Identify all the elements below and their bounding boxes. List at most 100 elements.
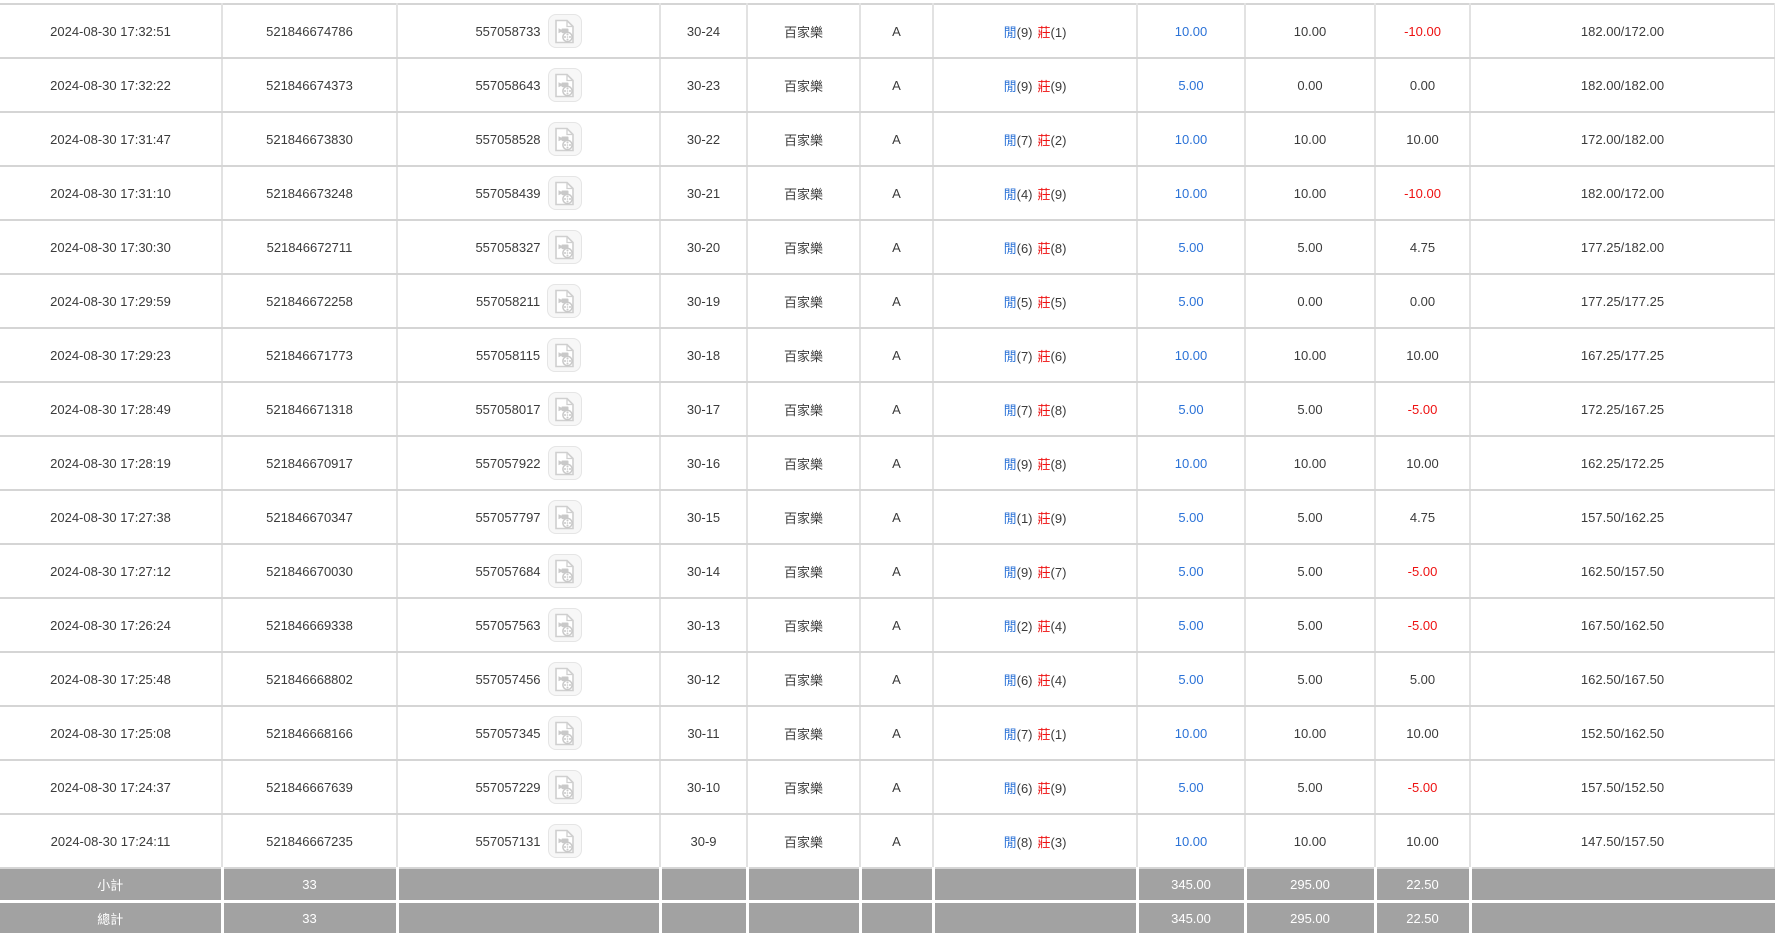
cell-balance: 147.50/157.50 bbox=[1470, 814, 1775, 868]
cell-game-result: 閒(7)莊(1) bbox=[933, 706, 1137, 760]
game-round-id-text: 557057456 bbox=[475, 672, 540, 687]
video-replay-icon[interactable] bbox=[548, 608, 582, 642]
video-replay-icon[interactable] bbox=[548, 446, 582, 480]
subtotal-row: 小計 33 345.00 295.00 22.50 bbox=[0, 868, 1775, 902]
video-replay-icon[interactable] bbox=[548, 500, 582, 534]
video-replay-icon[interactable] bbox=[548, 554, 582, 588]
cell-valid-bet: 10.00 bbox=[1245, 112, 1375, 166]
cell-bet-amount: 5.00 bbox=[1137, 760, 1245, 814]
player-result-label: 閒 bbox=[1004, 79, 1017, 94]
table-row: 2024-08-30 17:31:10 521846673248 5570584… bbox=[0, 166, 1775, 220]
table-row: 2024-08-30 17:25:08 521846668166 5570573… bbox=[0, 706, 1775, 760]
table-row: 2024-08-30 17:30:30 521846672711 5570583… bbox=[0, 220, 1775, 274]
cell-valid-bet: 10.00 bbox=[1245, 814, 1375, 868]
video-replay-icon[interactable] bbox=[548, 230, 582, 264]
cell-game-result: 閒(2)莊(4) bbox=[933, 598, 1137, 652]
player-result-label: 閒 bbox=[1004, 565, 1017, 580]
cell-valid-bet: 10.00 bbox=[1245, 166, 1375, 220]
cell-win-loss: 10.00 bbox=[1375, 112, 1470, 166]
cell-bet-amount: 10.00 bbox=[1137, 328, 1245, 382]
table-row: 2024-08-30 17:32:22 521846674373 5570586… bbox=[0, 58, 1775, 112]
cell-bet-time: 2024-08-30 17:25:08 bbox=[0, 706, 222, 760]
video-replay-icon[interactable] bbox=[547, 284, 581, 318]
cell-win-loss: 0.00 bbox=[1375, 58, 1470, 112]
video-replay-icon[interactable] bbox=[548, 122, 582, 156]
game-round-id-text: 557057797 bbox=[475, 510, 540, 525]
banker-result-label: 莊 bbox=[1038, 619, 1051, 634]
cell-game-round-id: 557058733 bbox=[397, 4, 660, 58]
banker-result-label: 莊 bbox=[1038, 781, 1051, 796]
player-result-score: (7) bbox=[1017, 403, 1033, 418]
cell-table-code: A bbox=[860, 544, 933, 598]
cell-win-loss: -10.00 bbox=[1375, 4, 1470, 58]
cell-table-code: A bbox=[860, 4, 933, 58]
cell-game-result: 閒(6)莊(9) bbox=[933, 760, 1137, 814]
cell-bet-amount: 5.00 bbox=[1137, 490, 1245, 544]
video-replay-icon[interactable] bbox=[548, 392, 582, 426]
video-replay-icon[interactable] bbox=[548, 176, 582, 210]
game-id-with-replay: 557058439 bbox=[398, 176, 659, 210]
table-row: 2024-08-30 17:31:47 521846673830 5570585… bbox=[0, 112, 1775, 166]
video-replay-icon[interactable] bbox=[547, 338, 581, 372]
cell-transaction-id: 521846668166 bbox=[222, 706, 397, 760]
cell-game-type: 百家樂 bbox=[747, 652, 860, 706]
total-count: 33 bbox=[222, 902, 397, 933]
cell-round-number: 30-11 bbox=[660, 706, 747, 760]
cell-transaction-id: 521846670030 bbox=[222, 544, 397, 598]
player-result-score: (6) bbox=[1017, 781, 1033, 796]
game-round-id-text: 557058327 bbox=[475, 240, 540, 255]
cell-win-loss: -5.00 bbox=[1375, 544, 1470, 598]
player-result-score: (9) bbox=[1017, 25, 1033, 40]
cell-bet-amount: 10.00 bbox=[1137, 706, 1245, 760]
game-round-id-text: 557058733 bbox=[475, 24, 540, 39]
cell-balance: 157.50/162.25 bbox=[1470, 490, 1775, 544]
cell-table-code: A bbox=[860, 220, 933, 274]
cell-table-code: A bbox=[860, 58, 933, 112]
player-result-label: 閒 bbox=[1004, 295, 1017, 310]
summary-empty-cell bbox=[1470, 868, 1775, 902]
video-replay-icon[interactable] bbox=[548, 824, 582, 858]
cell-game-result: 閒(9)莊(8) bbox=[933, 436, 1137, 490]
cell-table-code: A bbox=[860, 652, 933, 706]
banker-result-label: 莊 bbox=[1038, 295, 1051, 310]
cell-round-number: 30-14 bbox=[660, 544, 747, 598]
cell-game-type: 百家樂 bbox=[747, 58, 860, 112]
game-round-id-text: 557057563 bbox=[475, 618, 540, 633]
video-replay-icon[interactable] bbox=[548, 662, 582, 696]
cell-bet-time: 2024-08-30 17:24:37 bbox=[0, 760, 222, 814]
game-id-with-replay: 557058733 bbox=[398, 14, 659, 48]
bet-history-table: 2024-08-30 17:32:51 521846674786 5570587… bbox=[0, 3, 1775, 933]
cell-bet-time: 2024-08-30 17:28:19 bbox=[0, 436, 222, 490]
cell-bet-time: 2024-08-30 17:32:51 bbox=[0, 4, 222, 58]
player-result-score: (4) bbox=[1017, 187, 1033, 202]
cell-bet-amount: 10.00 bbox=[1137, 4, 1245, 58]
player-result-score: (6) bbox=[1017, 673, 1033, 688]
cell-table-code: A bbox=[860, 490, 933, 544]
summary-empty-cell bbox=[860, 868, 933, 902]
cell-balance: 182.00/172.00 bbox=[1470, 4, 1775, 58]
banker-result-score: (1) bbox=[1051, 25, 1067, 40]
cell-balance: 162.25/172.25 bbox=[1470, 436, 1775, 490]
cell-balance: 177.25/182.00 bbox=[1470, 220, 1775, 274]
cell-win-loss: -10.00 bbox=[1375, 166, 1470, 220]
summary-empty-cell bbox=[747, 902, 860, 933]
cell-game-round-id: 557058017 bbox=[397, 382, 660, 436]
banker-result-label: 莊 bbox=[1038, 835, 1051, 850]
game-round-id-text: 557058528 bbox=[475, 132, 540, 147]
table-row: 2024-08-30 17:27:12 521846670030 5570576… bbox=[0, 544, 1775, 598]
cell-game-result: 閒(8)莊(3) bbox=[933, 814, 1137, 868]
video-replay-icon[interactable] bbox=[548, 770, 582, 804]
video-replay-icon[interactable] bbox=[548, 14, 582, 48]
cell-table-code: A bbox=[860, 814, 933, 868]
game-id-with-replay: 557058643 bbox=[398, 68, 659, 102]
cell-game-type: 百家樂 bbox=[747, 436, 860, 490]
cell-win-loss: 10.00 bbox=[1375, 706, 1470, 760]
cell-game-result: 閒(9)莊(7) bbox=[933, 544, 1137, 598]
game-round-id-text: 557058439 bbox=[475, 186, 540, 201]
video-replay-icon[interactable] bbox=[548, 68, 582, 102]
cell-balance: 152.50/162.50 bbox=[1470, 706, 1775, 760]
table-row: 2024-08-30 17:32:51 521846674786 5570587… bbox=[0, 4, 1775, 58]
video-replay-icon[interactable] bbox=[548, 716, 582, 750]
game-id-with-replay: 557057922 bbox=[398, 446, 659, 480]
cell-transaction-id: 521846670347 bbox=[222, 490, 397, 544]
